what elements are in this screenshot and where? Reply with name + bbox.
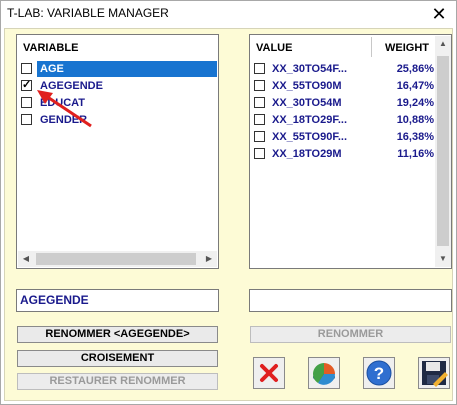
value-list[interactable]: VALUE WEIGHT XX_30TO54F... 25,86% XX_55T…: [249, 34, 452, 269]
pie-chart-icon: [313, 363, 335, 385]
weight-label: 10,88%: [396, 114, 434, 126]
help-button[interactable]: ?: [363, 357, 395, 389]
svg-text:?: ?: [374, 364, 384, 383]
value-checkbox[interactable]: [254, 97, 265, 108]
selected-variable-field[interactable]: AGEGENDE: [16, 289, 219, 312]
annotation-arrow-icon: [37, 90, 92, 128]
value-checkbox[interactable]: [254, 148, 265, 159]
value-checkbox[interactable]: [254, 63, 265, 74]
save-icon: [422, 361, 448, 387]
value-label: XX_55TO90F...: [272, 131, 348, 143]
client-area: VARIABLE AGE AGEGENDE EDUCAT GENDER: [4, 28, 453, 401]
value-checkbox[interactable]: [254, 80, 265, 91]
weight-label: 16,47%: [396, 80, 434, 92]
weight-label: 25,86%: [396, 63, 434, 75]
rename-variable-button[interactable]: RENOMMER <AGEGENDE>: [17, 326, 218, 343]
scroll-up-icon[interactable]: ▲: [435, 36, 451, 52]
scroll-left-icon[interactable]: ◀: [18, 251, 34, 267]
column-divider: [371, 37, 372, 57]
scroll-down-icon[interactable]: ▼: [435, 251, 451, 267]
crossing-button[interactable]: CROISEMENT: [17, 350, 218, 367]
weight-label: 19,24%: [396, 97, 434, 109]
value-row[interactable]: XX_18TO29M 11,16%: [254, 146, 434, 162]
weight-label: 11,16%: [397, 148, 434, 160]
value-label: XX_55TO90M: [272, 80, 342, 92]
variable-checkbox[interactable]: [21, 78, 32, 91]
help-icon: ?: [366, 360, 392, 386]
value-checkbox[interactable]: [254, 131, 265, 142]
variable-checkbox[interactable]: [21, 97, 32, 108]
variable-manager-window: T-LAB: VARIABLE MANAGER ✕ VARIABLE AGE A…: [0, 0, 457, 405]
value-column-header: VALUE: [256, 42, 293, 54]
delete-button[interactable]: [253, 357, 285, 389]
delete-icon: [260, 364, 278, 382]
close-icon[interactable]: ✕: [422, 1, 456, 28]
weight-label: 16,38%: [396, 131, 434, 143]
vertical-scrollbar[interactable]: ▲ ▼: [435, 36, 451, 267]
variable-label: AGE: [37, 61, 217, 77]
rename-value-button[interactable]: RENOMMER: [250, 326, 451, 343]
variable-checkbox[interactable]: [21, 63, 32, 74]
horizontal-scrollbar[interactable]: ◀ ▶: [18, 251, 217, 267]
value-row[interactable]: XX_30TO54F... 25,86%: [254, 61, 434, 77]
value-label: XX_30TO54M: [272, 97, 342, 109]
value-checkbox[interactable]: [254, 114, 265, 125]
value-label: XX_18TO29F...: [272, 114, 348, 126]
variable-item-age[interactable]: AGE: [21, 61, 218, 77]
variable-list[interactable]: VARIABLE AGE AGEGENDE EDUCAT GENDER: [16, 34, 219, 269]
restore-rename-button[interactable]: RESTAURER RENOMMER: [17, 373, 218, 390]
chart-button[interactable]: [308, 357, 340, 389]
weight-column-header: WEIGHT: [385, 42, 429, 54]
save-button[interactable]: [418, 357, 450, 389]
value-row[interactable]: XX_55TO90F... 16,38%: [254, 129, 434, 145]
value-label: XX_30TO54F...: [272, 63, 348, 75]
rename-value-field[interactable]: [249, 289, 452, 312]
value-label: XX_18TO29M: [272, 148, 342, 160]
value-row[interactable]: XX_18TO29F... 10,88%: [254, 112, 434, 128]
value-row[interactable]: XX_30TO54M 19,24%: [254, 95, 434, 111]
value-row[interactable]: XX_55TO90M 16,47%: [254, 78, 434, 94]
scroll-thumb[interactable]: [437, 56, 449, 246]
scroll-right-icon[interactable]: ▶: [201, 251, 217, 267]
window-title: T-LAB: VARIABLE MANAGER: [7, 6, 169, 20]
scroll-thumb[interactable]: [36, 253, 196, 265]
variable-checkbox[interactable]: [21, 114, 32, 125]
variable-column-header: VARIABLE: [23, 42, 79, 54]
title-bar: T-LAB: VARIABLE MANAGER ✕: [1, 1, 456, 28]
